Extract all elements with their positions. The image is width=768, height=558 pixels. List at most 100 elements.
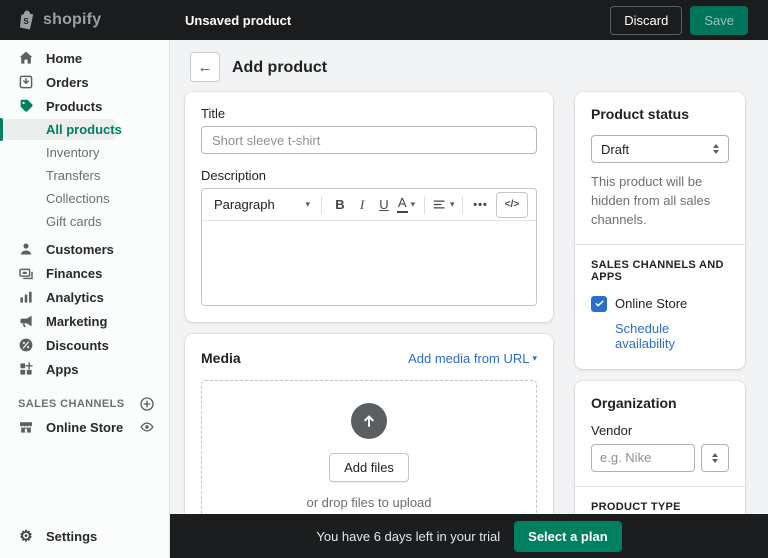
more-options-icon[interactable]: •••	[470, 193, 492, 217]
online-store-checkbox-label: Online Store	[615, 296, 688, 312]
product-status-select[interactable]: Draft	[591, 135, 729, 163]
sidebar-item-settings[interactable]: ⚙ Settings	[0, 524, 169, 548]
sidebar-subitem-label: Inventory	[46, 145, 100, 160]
upload-arrow-icon	[351, 403, 387, 439]
preview-eye-icon[interactable]	[139, 419, 155, 435]
underline-button[interactable]: U	[373, 193, 395, 217]
finances-icon	[18, 265, 34, 281]
sidebar-item-inventory[interactable]: Inventory	[0, 141, 169, 164]
orders-icon	[18, 74, 34, 90]
back-arrow-icon: ←	[197, 58, 213, 76]
add-media-from-url-label: Add media from URL	[408, 350, 530, 366]
vendor-label: Vendor	[591, 422, 633, 438]
vendor-stepper-button[interactable]	[701, 443, 729, 472]
stepper-icon	[712, 452, 718, 463]
customers-icon	[18, 241, 34, 257]
sidebar-item-apps[interactable]: Apps	[0, 357, 169, 381]
paragraph-style-dropdown[interactable]: Paragraph ▾	[210, 197, 314, 212]
sidebar-item-orders[interactable]: Orders	[0, 70, 169, 94]
sidebar-item-label: Online Store	[46, 419, 124, 435]
sales-channels-apps-header: SALES CHANNELS AND APPS	[591, 258, 724, 283]
editor-toolbar: Paragraph ▾ B I U A ▾ ▾ ••• </>	[202, 189, 536, 221]
sidebar-item-gift-cards[interactable]: Gift cards	[0, 210, 169, 233]
select-stepper-icon	[713, 144, 719, 154]
media-dropzone[interactable]: Add files or drop files to upload	[201, 380, 537, 514]
add-media-from-url-link[interactable]: Add media from URL ▾	[408, 351, 537, 366]
product-type-header: PRODUCT TYPE	[591, 500, 681, 513]
bold-button[interactable]: B	[329, 193, 351, 217]
rich-text-editor: Paragraph ▾ B I U A ▾ ▾ ••• </>	[201, 188, 537, 306]
storefront-icon	[18, 419, 34, 435]
vendor-input-row	[591, 443, 729, 472]
sidebar-item-all-products[interactable]: All products	[0, 118, 169, 141]
select-plan-button[interactable]: Select a plan	[514, 520, 622, 552]
sidebar-item-label: Orders	[46, 74, 89, 90]
sidebar-item-customers[interactable]: Customers	[0, 237, 169, 261]
topbar-actions: Discard Save	[610, 0, 748, 40]
chevron-down-icon: ▾	[305, 199, 310, 209]
toolbar-divider	[424, 195, 425, 214]
description-editor-body[interactable]	[202, 221, 536, 305]
description-label: Description	[201, 168, 267, 183]
sidebar-item-finances[interactable]: Finances	[0, 261, 169, 285]
sidebar-item-online-store[interactable]: Online Store	[0, 415, 169, 439]
shopify-logo[interactable]: S shopify	[18, 0, 101, 40]
save-button[interactable]: Save	[690, 5, 748, 35]
chevron-down-icon: ▾	[450, 199, 455, 209]
text-color-button[interactable]: A ▾	[395, 193, 417, 217]
sidebar-item-label: Analytics	[46, 289, 104, 305]
online-store-checkbox-row[interactable]: Online Store	[591, 295, 729, 312]
schedule-availability-link[interactable]: Schedule availability	[615, 321, 729, 351]
italic-button[interactable]: I	[351, 193, 373, 217]
sidebar-item-marketing[interactable]: Marketing	[0, 309, 169, 333]
sidebar-item-label: Products	[46, 98, 103, 114]
shopify-bag-icon: S	[18, 10, 36, 30]
marketing-megaphone-icon	[18, 313, 34, 329]
product-status-card: Product status Draft This product will b…	[575, 92, 745, 369]
sales-channels-header: SALES CHANNELS	[18, 398, 125, 410]
paragraph-style-value: Paragraph	[214, 197, 275, 212]
sidebar-item-label: Home	[46, 50, 83, 66]
add-files-button[interactable]: Add files	[329, 453, 409, 482]
vendor-input[interactable]	[591, 443, 695, 472]
discard-button[interactable]: Discard	[610, 5, 683, 35]
sidebar-item-label: Discounts	[46, 337, 109, 353]
organization-title: Organization	[591, 394, 677, 411]
sales-channels-header-row: SALES CHANNELS	[0, 393, 169, 415]
topbar: S shopify Unsaved product Discard Save	[0, 0, 768, 40]
media-title: Media	[201, 350, 241, 366]
back-button[interactable]: ←	[190, 52, 220, 82]
text-color-glyph: A	[396, 196, 408, 213]
media-card: Media Add media from URL ▾ Add files or …	[185, 334, 553, 514]
online-store-checkbox[interactable]	[591, 295, 607, 312]
card-divider	[575, 243, 745, 245]
title-label: Title	[201, 106, 226, 121]
title-description-card: Title Description Paragraph ▾ B I U A ▾	[185, 92, 553, 322]
alignment-button[interactable]: ▾	[432, 193, 455, 217]
gear-icon: ⚙	[19, 527, 33, 545]
sidebar-item-label: Customers	[46, 241, 114, 257]
sidebar-nav: Home Orders Products All products Invent…	[0, 40, 170, 558]
discounts-badge-icon	[18, 337, 34, 353]
trial-message: You have 6 days left in your trial	[316, 528, 501, 544]
shopify-wordmark: shopify	[43, 11, 102, 28]
sidebar-item-transfers[interactable]: Transfers	[0, 164, 169, 187]
sidebar-subitem-label: Gift cards	[46, 214, 102, 229]
chevron-down-icon: ▾	[410, 199, 416, 209]
title-input[interactable]	[201, 126, 537, 154]
add-sales-channel-button[interactable]	[139, 396, 155, 412]
status-helper-text: This product will be hidden from all sal…	[591, 174, 711, 227]
main-content: ← Add product Title Description Paragrap…	[170, 40, 768, 514]
sidebar-item-label: Finances	[46, 265, 103, 281]
sidebar-item-products[interactable]: Products	[0, 94, 169, 118]
show-html-button[interactable]: </>	[496, 191, 528, 218]
unsaved-product-title: Unsaved product	[185, 12, 292, 28]
sidebar-item-label: Apps	[46, 361, 79, 377]
sidebar-item-analytics[interactable]: Analytics	[0, 285, 169, 309]
sidebar-item-discounts[interactable]: Discounts	[0, 333, 169, 357]
sidebar-item-home[interactable]: Home	[0, 46, 169, 70]
product-status-title: Product status	[591, 106, 690, 122]
sidebar-item-label: Marketing	[46, 313, 108, 329]
sidebar-item-collections[interactable]: Collections	[0, 187, 169, 210]
right-column: Product status Draft This product will b…	[575, 92, 745, 514]
